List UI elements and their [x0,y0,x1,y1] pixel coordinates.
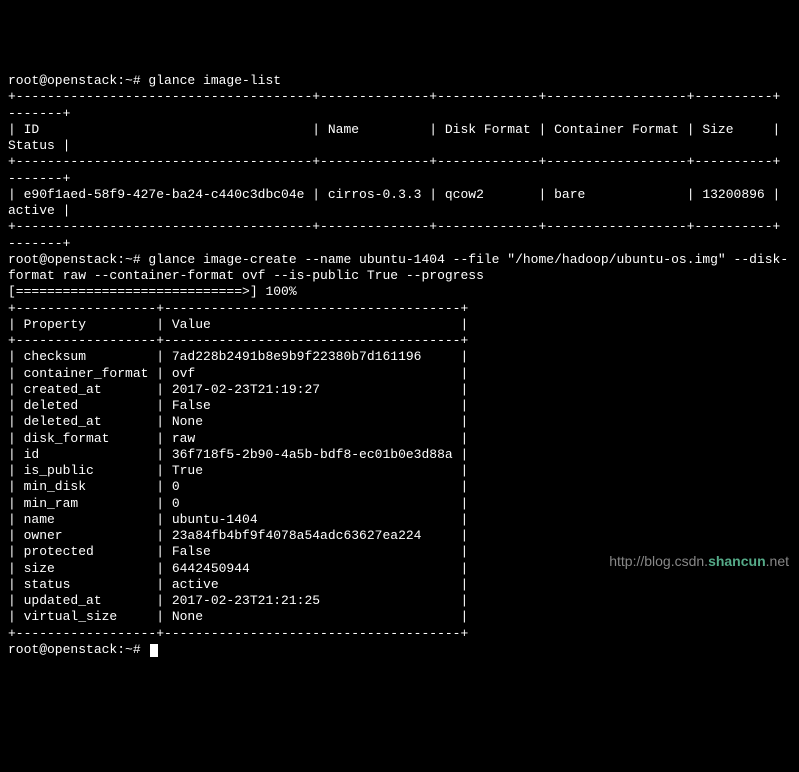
watermark-url: http://blog.csdn. [609,553,708,569]
terminal-line: | updated_at | 2017-02-23T21:21:25 | [8,593,791,609]
terminal-line: +--------------------------------------+… [8,89,791,105]
terminal-line: -------+ [8,236,791,252]
terminal-line: | e90f1aed-58f9-427e-ba24-c440c3dbc04e |… [8,187,791,203]
terminal-line: | Property | Value | [8,317,791,333]
terminal-line: | ID | Name | Disk Format | Container Fo… [8,122,791,138]
terminal-line: | disk_format | raw | [8,431,791,447]
terminal-line: | min_ram | 0 | [8,496,791,512]
terminal-line: root@openstack:~# glance image-create --… [8,252,791,268]
terminal-output: root@openstack:~# glance image-list+----… [8,73,791,658]
terminal-line: | virtual_size | None | [8,609,791,625]
terminal-line: | owner | 23a84fb4bf9f4078a54adc63627ea2… [8,528,791,544]
terminal-line: [=============================>] 100% [8,284,791,300]
watermark-suffix: .net [766,553,789,569]
terminal-line: | checksum | 7ad228b2491b8e9b9f22380b7d1… [8,349,791,365]
terminal-line: | status | active | [8,577,791,593]
terminal-line: | deleted | False | [8,398,791,414]
watermark: http://blog.csdn.shancun.net [609,553,789,571]
terminal-line: | container_format | ovf | [8,366,791,382]
terminal-line: +------------------+--------------------… [8,301,791,317]
watermark-logo: shancun [708,553,766,569]
terminal-line: active | [8,203,791,219]
cursor [150,644,158,657]
terminal-line: | deleted_at | None | [8,414,791,430]
terminal-line: | name | ubuntu-1404 | [8,512,791,528]
terminal-line: | is_public | True | [8,463,791,479]
terminal-line: -------+ [8,106,791,122]
terminal-line: | id | 36f718f5-2b90-4a5b-bdf8-ec01b0e3d… [8,447,791,463]
terminal-line: +------------------+--------------------… [8,333,791,349]
terminal-line: Status | [8,138,791,154]
terminal-line: root@openstack:~# glance image-list [8,73,791,89]
terminal-line: -------+ [8,171,791,187]
terminal-line: | min_disk | 0 | [8,479,791,495]
terminal-prompt[interactable]: root@openstack:~# [8,642,791,658]
terminal-line: +------------------+--------------------… [8,626,791,642]
terminal-line: +--------------------------------------+… [8,154,791,170]
terminal-line: | created_at | 2017-02-23T21:19:27 | [8,382,791,398]
terminal-line: format raw --container-format ovf --is-p… [8,268,791,284]
terminal-line: +--------------------------------------+… [8,219,791,235]
